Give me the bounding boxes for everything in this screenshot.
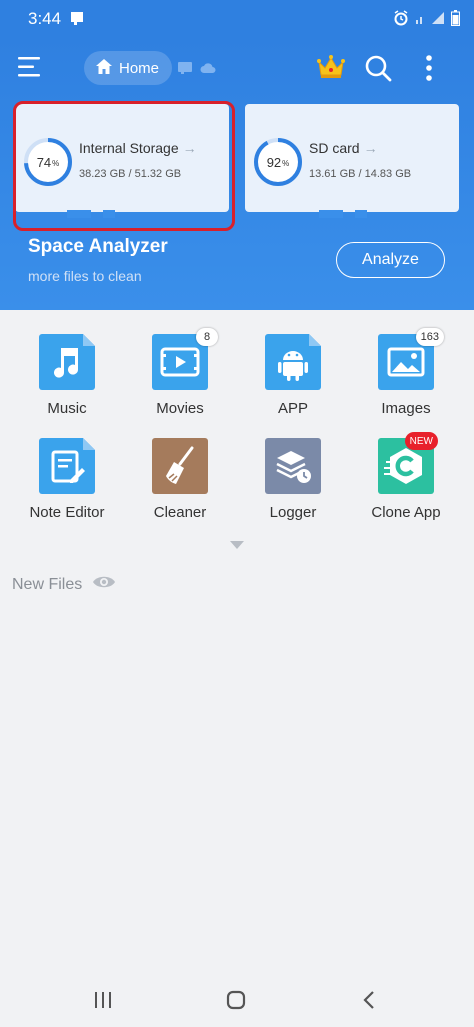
category-images[interactable]: 163 Images [351, 328, 461, 417]
home-icon [95, 58, 113, 79]
storage-usage-sd: 13.61 GB / 14.83 GB [309, 168, 412, 180]
category-label: Images [381, 400, 431, 417]
movie-icon: 8 [152, 328, 218, 390]
notification-icon [70, 11, 84, 30]
cloud-icon[interactable] [200, 61, 216, 79]
new-badge: NEW [404, 432, 438, 450]
search-icon[interactable] [364, 54, 392, 87]
images-badge: 163 [415, 328, 444, 346]
note-editor-icon [39, 438, 95, 494]
battery-icon [451, 10, 460, 31]
category-label: Clone App [371, 504, 441, 521]
arrow-right-icon: → [363, 140, 378, 156]
wifi-icon [415, 11, 425, 30]
card-notch [355, 210, 367, 218]
window-icon[interactable] [178, 61, 192, 79]
storage-card-sd[interactable]: 92% SD card → 13.61 GB / 14.83 GB [245, 104, 459, 218]
hero-panel: Home 74% Internal Storage → 38.23 GB / 5… [0, 36, 474, 310]
category-cleaner[interactable]: Cleaner [125, 438, 235, 521]
space-analyzer-title: Space Analyzer [28, 236, 168, 257]
category-note-editor[interactable]: Note Editor [12, 438, 122, 521]
eye-icon[interactable] [92, 574, 116, 595]
menu-icon[interactable] [18, 56, 44, 78]
system-nav-bar [0, 972, 474, 1027]
logger-icon [265, 438, 321, 494]
category-label: Logger [269, 504, 317, 521]
category-label: Movies [156, 400, 204, 417]
music-icon [39, 334, 95, 390]
category-clone-app[interactable]: NEW Clone App [351, 432, 461, 521]
path-extras [178, 61, 216, 79]
category-logger[interactable]: Logger [238, 438, 348, 521]
movies-badge: 8 [196, 328, 218, 346]
status-bar: 3:44 [0, 0, 474, 36]
category-music[interactable]: Music [12, 334, 122, 417]
home-chip[interactable]: Home [84, 51, 172, 85]
category-label: Note Editor [29, 504, 105, 521]
home-label: Home [119, 59, 160, 77]
category-label: Cleaner [153, 504, 207, 521]
status-icons [393, 10, 460, 31]
status-time: 3:44 [28, 9, 62, 28]
broom-icon [152, 438, 208, 494]
analyze-button[interactable]: Analyze [336, 242, 445, 278]
alarm-icon [393, 10, 409, 31]
category-movies[interactable]: 8 Movies [125, 328, 235, 417]
toolbar: Home [0, 36, 474, 100]
home-nav-icon[interactable] [226, 990, 246, 1015]
storage-percent-sd: 92% [266, 154, 290, 170]
signal-icon [431, 11, 445, 30]
category-label: Music [47, 400, 87, 417]
expand-chevron-icon[interactable] [229, 537, 245, 555]
storage-name-sd: SD card → [309, 140, 378, 156]
crown-icon[interactable] [316, 54, 346, 85]
new-files-header[interactable]: New Files [12, 574, 116, 595]
recent-apps-icon[interactable] [94, 992, 112, 1013]
category-app[interactable]: APP [238, 334, 348, 417]
card-notch [319, 210, 343, 218]
back-icon[interactable] [362, 990, 376, 1015]
category-label: APP [277, 400, 308, 417]
new-files-label: New Files [12, 575, 83, 593]
clone-app-icon: NEW [378, 432, 438, 494]
android-icon [265, 334, 321, 390]
highlight-box [13, 101, 235, 231]
image-icon: 163 [378, 328, 444, 390]
more-vert-icon[interactable] [424, 54, 434, 87]
space-analyzer-subtitle: more files to clean [28, 268, 142, 284]
